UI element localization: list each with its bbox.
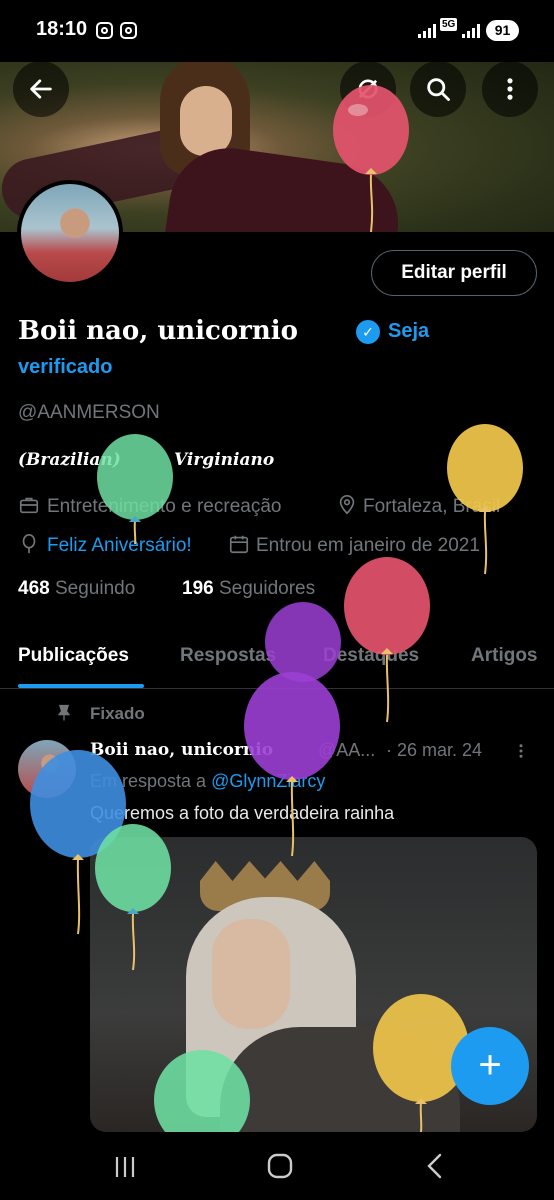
pin-icon xyxy=(57,704,71,721)
search-icon xyxy=(427,78,450,101)
balloon-decoration xyxy=(244,672,340,857)
balloon-decoration xyxy=(95,824,171,971)
followers-count: 196 xyxy=(182,578,214,599)
balloon-decoration xyxy=(333,85,409,233)
bio-right: Virginiano xyxy=(174,450,275,470)
instagram-icon xyxy=(120,22,137,39)
status-time: 18:10 xyxy=(36,18,88,40)
balloon-icon xyxy=(22,534,36,554)
post-date: · 26 mar. 24 xyxy=(386,740,483,760)
back-nav-icon[interactable] xyxy=(424,1152,446,1180)
more-button[interactable] xyxy=(482,61,538,117)
following-count: 468 xyxy=(18,578,50,599)
status-bar: 18:10 5G 91 xyxy=(0,0,554,62)
battery-indicator: 91 xyxy=(486,20,519,41)
tab-publicacoes[interactable]: Publicações xyxy=(18,645,129,667)
system-nav-bar xyxy=(0,1132,554,1200)
verified-badge-icon: ✓ xyxy=(356,320,380,344)
following-link[interactable]: 468 Seguindo xyxy=(18,578,135,600)
followers-link[interactable]: 196 Seguidores xyxy=(182,578,315,600)
balloon-decoration xyxy=(344,557,430,723)
compose-button[interactable]: + xyxy=(451,1027,529,1105)
balloon-decoration xyxy=(154,1050,250,1132)
following-label: Seguindo xyxy=(54,578,136,599)
balloon-decoration xyxy=(97,434,173,544)
search-button[interactable] xyxy=(410,61,466,117)
location-icon xyxy=(339,495,355,515)
network-badge: 5G xyxy=(440,18,458,31)
avatar[interactable] xyxy=(17,180,123,286)
home-icon[interactable] xyxy=(266,1152,294,1180)
pinned-label: Fixado xyxy=(90,704,145,723)
briefcase-icon xyxy=(19,497,39,514)
verify-link-suffix[interactable]: verificado xyxy=(18,356,112,379)
balloon-decoration xyxy=(447,424,523,575)
tab-artigos[interactable]: Artigos xyxy=(471,645,538,667)
profile-name: Boii nao, unicornio xyxy=(18,316,298,346)
signal-icon xyxy=(418,24,440,38)
profile-handle: @AANMERSON xyxy=(18,402,160,423)
more-vertical-icon xyxy=(507,78,513,100)
followers-label: Seguidores xyxy=(218,578,316,599)
post-more-icon[interactable] xyxy=(512,742,530,760)
verify-link-prefix[interactable]: Seja xyxy=(388,320,429,343)
calendar-icon xyxy=(229,535,249,554)
instagram-icon xyxy=(96,22,113,39)
recent-apps-icon[interactable] xyxy=(112,1154,138,1180)
signal-icon xyxy=(462,24,484,38)
back-button[interactable] xyxy=(13,61,69,117)
edit-profile-button[interactable]: Editar perfil xyxy=(371,250,537,296)
arrow-left-icon xyxy=(30,79,52,99)
